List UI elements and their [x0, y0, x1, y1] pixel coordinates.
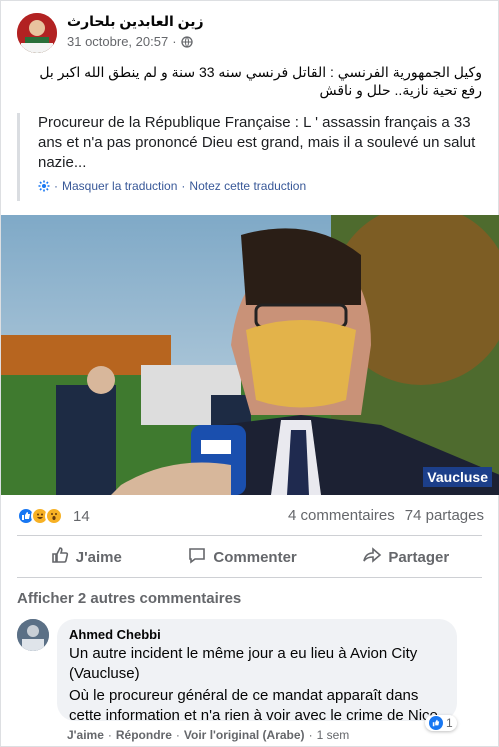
post-stats: 4 commentaires 74 partages — [288, 507, 484, 524]
post-actions: J'aime Commenter Partager — [17, 541, 482, 573]
reactions-count[interactable]: 14 — [73, 508, 90, 525]
separator: · — [181, 179, 186, 193]
translation-block: Procureur de la République Française : L… — [17, 113, 482, 201]
globe-icon — [180, 35, 193, 48]
separator: · — [107, 728, 112, 742]
post-date[interactable]: 31 octobre, 20:57 — [67, 34, 168, 49]
author-avatar[interactable] — [17, 13, 57, 53]
comment-bubble: Ahmed Chebbi Un autre incident le même j… — [57, 619, 457, 724]
comments-count[interactable]: 4 commentaires — [288, 507, 395, 524]
separator: · — [54, 179, 58, 193]
post-video[interactable]: Vaucluse — [1, 215, 499, 495]
commenter-avatar[interactable] — [17, 619, 49, 651]
meta-separator: · — [172, 34, 177, 49]
post-text: وكيل الجمهورية الفرنسي : القاتل فرنسي سن… — [39, 64, 482, 98]
facebook-post: زين العابدين بلحارث 31 octobre, 20:57 · … — [0, 0, 499, 747]
divider — [17, 535, 482, 536]
reactions-summary[interactable]: 14 — [17, 507, 90, 525]
see-original-link[interactable]: Voir l'original (Arabe) — [184, 728, 305, 742]
shares-count[interactable]: 74 partages — [405, 507, 484, 524]
rate-translation-link[interactable]: Notez cette traduction — [189, 179, 306, 193]
translation-links: · Masquer la traduction · Notez cette tr… — [38, 179, 306, 193]
post-meta: 31 octobre, 20:57 · — [67, 34, 193, 49]
video-frame-image — [1, 215, 499, 495]
author-name[interactable]: زين العابدين بلحارث — [67, 13, 204, 30]
comment-icon — [187, 545, 207, 569]
comment-text-1: Un autre incident le même jour a eu lieu… — [69, 645, 418, 682]
share-label: Partager — [388, 548, 450, 566]
gear-icon — [38, 180, 50, 192]
wow-reaction-icon — [45, 507, 63, 525]
hide-translation-link[interactable]: Masquer la traduction — [62, 179, 177, 193]
divider — [17, 577, 482, 578]
comment-time[interactable]: 1 sem — [317, 728, 350, 742]
like-reaction-icon — [429, 716, 443, 730]
show-more-comments-link[interactable]: Afficher 2 autres commentaires — [17, 590, 241, 607]
comment-author[interactable]: Ahmed Chebbi — [69, 627, 445, 642]
comment-button[interactable]: Commenter — [187, 545, 297, 569]
separator: · — [308, 728, 313, 742]
like-button[interactable]: J'aime — [50, 545, 122, 569]
comment-reaction-count: 1 — [446, 716, 453, 730]
comment-text-2: Où le procureur général de ce mandat app… — [69, 687, 443, 724]
like-label: J'aime — [75, 548, 122, 566]
separator: · — [175, 728, 180, 742]
comment-actions: J'aime · Répondre · Voir l'original (Ara… — [67, 728, 349, 742]
share-button[interactable]: Partager — [362, 545, 449, 569]
comment-like-link[interactable]: J'aime — [67, 728, 104, 742]
comment-reply-link[interactable]: Répondre — [116, 728, 172, 742]
comment-reactions[interactable]: 1 — [425, 715, 457, 731]
thumbs-up-icon — [50, 545, 70, 569]
translation-text: Procureur de la République Française : L… — [38, 114, 476, 171]
share-icon — [362, 545, 382, 569]
video-watermark: Vaucluse — [423, 467, 492, 487]
comment-label: Commenter — [213, 548, 297, 566]
